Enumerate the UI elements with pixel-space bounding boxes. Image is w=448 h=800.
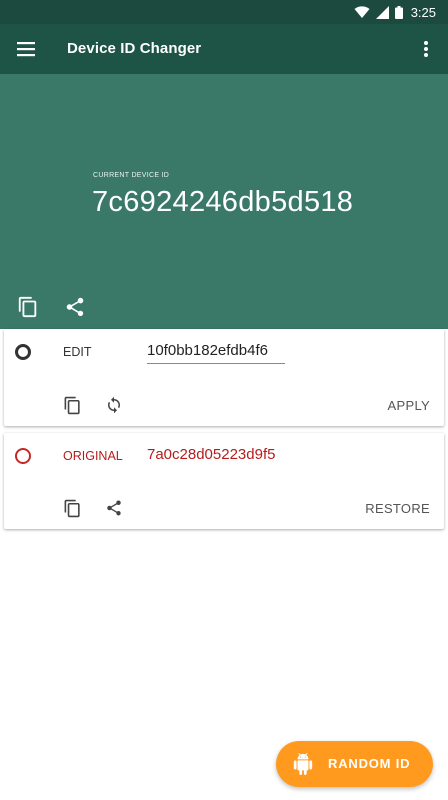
apply-button[interactable]: APPLY bbox=[388, 398, 430, 413]
copy-icon bbox=[64, 396, 80, 414]
edit-radio[interactable] bbox=[15, 344, 31, 360]
overflow-menu-button[interactable] bbox=[414, 37, 438, 61]
battery-icon bbox=[394, 5, 403, 19]
menu-button[interactable] bbox=[14, 37, 38, 61]
share-icon bbox=[107, 500, 121, 516]
current-device-id-value: 7c6924246db5d518 bbox=[92, 186, 354, 218]
more-vert-icon bbox=[424, 41, 428, 57]
original-radio[interactable] bbox=[15, 448, 31, 464]
edit-card: EDIT 10f0bb182efdb4f6 APPLY bbox=[4, 329, 444, 426]
status-icons bbox=[354, 5, 403, 19]
copy-icon bbox=[18, 296, 37, 318]
original-id-value: 7a0c28d05223d9f5 bbox=[147, 446, 276, 463]
android-icon bbox=[293, 753, 313, 775]
signal-icon bbox=[375, 5, 389, 19]
copy-original-id-button[interactable] bbox=[62, 498, 82, 518]
hamburger-menu-icon bbox=[17, 42, 35, 57]
share-original-id-button[interactable] bbox=[104, 498, 124, 518]
status-bar: 3:25 bbox=[0, 0, 448, 24]
restore-button[interactable]: RESTORE bbox=[365, 501, 430, 516]
current-device-id-panel: CURRENT DEVICE ID 7c6924246db5d518 bbox=[0, 74, 448, 329]
original-card: ORIGINAL 7a0c28d05223d9f5 RESTORE bbox=[4, 433, 444, 529]
status-time: 3:25 bbox=[410, 4, 436, 20]
copy-icon bbox=[64, 499, 80, 517]
edit-id-input[interactable]: 10f0bb182efdb4f6 bbox=[147, 342, 285, 364]
wifi-icon bbox=[354, 5, 370, 18]
app-bar: Device ID Changer bbox=[0, 24, 448, 74]
copy-current-id-button[interactable] bbox=[17, 296, 39, 318]
share-icon bbox=[66, 297, 84, 317]
random-id-button[interactable]: RANDOM ID bbox=[276, 741, 433, 787]
share-current-id-button[interactable] bbox=[64, 296, 86, 318]
regenerate-edit-id-button[interactable] bbox=[104, 395, 124, 415]
app-title: Device ID Changer bbox=[67, 40, 202, 57]
edit-label: EDIT bbox=[63, 345, 92, 359]
current-device-id-label: CURRENT DEVICE ID bbox=[93, 172, 170, 179]
original-label: ORIGINAL bbox=[63, 449, 123, 463]
refresh-icon bbox=[108, 396, 120, 414]
copy-edit-id-button[interactable] bbox=[62, 395, 82, 415]
random-id-label: RANDOM ID bbox=[328, 756, 411, 771]
